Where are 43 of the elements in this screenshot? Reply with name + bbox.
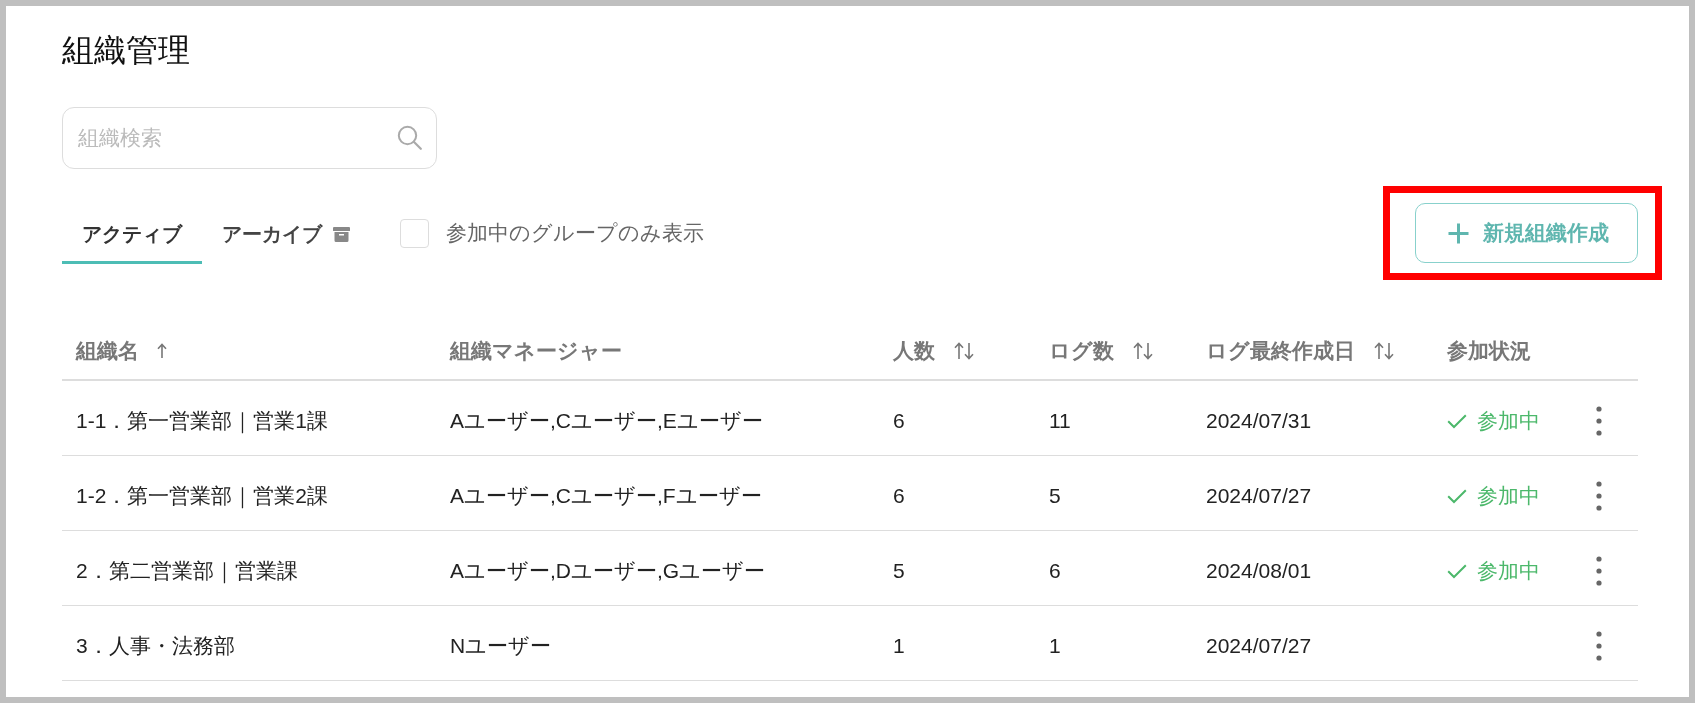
- table-cell-text: Aユーザー,Cユーザー,Eユーザー: [450, 408, 763, 434]
- table-cell-text: Nユーザー: [450, 633, 552, 659]
- search-field[interactable]: 組織検索: [62, 107, 437, 169]
- table-cell-text: 2．第二営業部｜営業課: [76, 558, 298, 585]
- column-header: 組織マネージャー: [450, 338, 622, 364]
- column-header: 参加状況: [1447, 338, 1531, 364]
- checkbox[interactable]: [400, 218, 429, 248]
- status-label: 参加中: [1477, 483, 1540, 509]
- plus-icon: [1448, 222, 1469, 244]
- status-label: 参加中: [1477, 558, 1540, 584]
- table-cell-text: 1-2．第一営業部｜営業2課: [76, 483, 329, 510]
- more-vertical-icon: [1596, 556, 1602, 586]
- more-vertical-icon: [1596, 481, 1602, 511]
- table-cell: 1: [893, 634, 905, 658]
- create-button[interactable]: 新規組織作成: [1415, 203, 1638, 263]
- page-title: 組織管理: [62, 31, 190, 70]
- table-cell: 11: [1049, 409, 1071, 433]
- table-cell: 6: [893, 484, 905, 508]
- table-cell-text: 1-1．第一営業部｜営業1課: [76, 408, 329, 435]
- checkbox-label: 参加中のグループのみ表示: [446, 220, 704, 246]
- column-header[interactable]: ログ数: [1049, 337, 1114, 365]
- more-vertical-icon: [1596, 631, 1602, 661]
- search-icon: [397, 125, 422, 150]
- table-cell: 1: [1049, 634, 1061, 658]
- table-cell: 6: [1049, 559, 1061, 583]
- tab[interactable]: アクティブ: [62, 202, 202, 264]
- table-cell: 5: [1049, 484, 1061, 508]
- table-cell-text: Aユーザー,Cユーザー,Fユーザー: [450, 483, 762, 509]
- column-header[interactable]: ログ最終作成日: [1206, 337, 1355, 365]
- table-cell-text: 3．人事・法務部: [76, 633, 235, 659]
- table-cell: 2024/07/27: [1206, 484, 1312, 508]
- column-header[interactable]: 組織名: [76, 337, 139, 365]
- status-label: 参加中: [1477, 408, 1540, 434]
- tab[interactable]: アーカイブ: [202, 202, 370, 264]
- table-cell: 6: [893, 409, 905, 433]
- table-cell: 2024/08/01: [1206, 559, 1312, 583]
- archive-box-icon: [333, 226, 350, 242]
- more-vertical-icon: [1596, 406, 1602, 436]
- table-cell: 2024/07/31: [1206, 409, 1312, 433]
- column-header[interactable]: 人数: [893, 337, 935, 365]
- table-cell-text: Aユーザー,Dユーザー,Gユーザー: [450, 558, 766, 584]
- table-cell: 5: [893, 559, 905, 583]
- table-cell: 2024/07/27: [1206, 634, 1312, 658]
